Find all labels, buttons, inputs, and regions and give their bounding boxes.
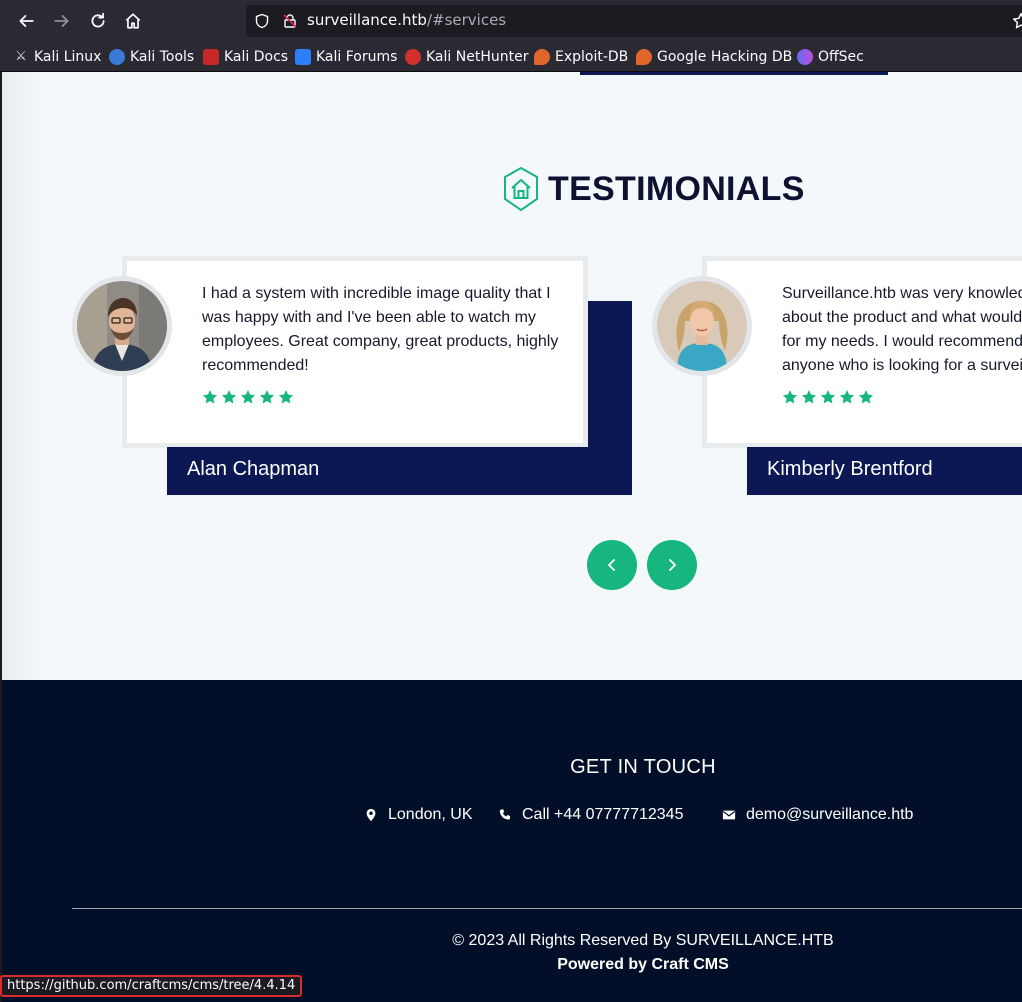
url-path: /#services bbox=[426, 11, 507, 29]
carousel-next-button[interactable] bbox=[647, 540, 697, 590]
kali-tools-icon bbox=[109, 49, 125, 65]
offsec-icon bbox=[797, 49, 813, 65]
bookmark-offsec[interactable]: OffSec bbox=[797, 47, 864, 67]
kali-docs-icon bbox=[203, 49, 219, 65]
tracking-shield-icon[interactable] bbox=[254, 13, 270, 29]
house-shield-icon bbox=[504, 166, 538, 212]
bookmark-google-hacking-db[interactable]: Google Hacking DB bbox=[636, 47, 792, 67]
bookmark-star-icon[interactable] bbox=[1012, 12, 1022, 30]
footer-divider bbox=[72, 908, 1022, 909]
bookmark-kali-nethunter[interactable]: Kali NetHunter bbox=[405, 47, 528, 67]
bookmark-kali-docs[interactable]: Kali Docs bbox=[203, 47, 288, 67]
ghdb-icon bbox=[636, 49, 652, 65]
forward-button[interactable] bbox=[50, 9, 74, 33]
star-icon bbox=[278, 390, 294, 404]
link-status-tooltip: https://github.com/craftcms/cms/tree/4.4… bbox=[0, 975, 303, 997]
phone-icon bbox=[499, 809, 510, 820]
testimonial-author: Alan Chapman bbox=[167, 447, 632, 495]
section-edge-shade bbox=[2, 72, 47, 680]
site-footer: GET IN TOUCH London, UK Call +44 0777771… bbox=[2, 680, 1022, 1002]
phone-text: Call +44 07777712345 bbox=[522, 806, 684, 823]
browser-toolbar: surveillance.htb/#services bbox=[0, 0, 1022, 42]
testimonials-heading: TESTIMONIALS bbox=[502, 166, 805, 212]
back-button[interactable] bbox=[14, 9, 38, 33]
kali-forums-icon bbox=[295, 49, 311, 65]
star-icon bbox=[858, 390, 874, 404]
testimonial-quote: I had a system with incredible image qua… bbox=[202, 285, 559, 374]
testimonials-section: TESTIMONIALS I had a system with incredi… bbox=[2, 72, 1022, 680]
contact-email[interactable]: demo@surveillance.htb bbox=[722, 806, 913, 824]
rating-stars bbox=[782, 389, 874, 405]
email-text: demo@surveillance.htb bbox=[746, 806, 914, 823]
bookmark-label: Google Hacking DB bbox=[657, 49, 793, 65]
home-icon bbox=[125, 13, 141, 29]
address-bar[interactable]: surveillance.htb/#services bbox=[246, 5, 1022, 37]
contact-location[interactable]: London, UK bbox=[364, 806, 473, 824]
avatar bbox=[652, 276, 752, 376]
bookmark-kali-linux[interactable]: ⚔ Kali Linux bbox=[13, 47, 101, 67]
woman-portrait-image bbox=[657, 281, 747, 371]
testimonial-author: Kimberly Brentford bbox=[747, 447, 1022, 495]
star-icon bbox=[839, 390, 855, 404]
bookmark-kali-tools[interactable]: Kali Tools bbox=[109, 47, 194, 67]
bookmark-label: Kali Tools bbox=[130, 49, 195, 65]
star-icon bbox=[202, 390, 218, 404]
bookmark-label: OffSec bbox=[818, 49, 864, 65]
map-marker-icon bbox=[366, 808, 376, 822]
bookmark-label: Kali NetHunter bbox=[426, 49, 529, 65]
bookmark-exploit-db[interactable]: Exploit-DB bbox=[534, 47, 628, 67]
carousel-prev-button[interactable] bbox=[587, 540, 637, 590]
copyright-text: © 2023 All Rights Reserved By SURVEILLAN… bbox=[452, 932, 834, 949]
star-icon bbox=[782, 390, 798, 404]
man-portrait-image bbox=[77, 281, 167, 371]
reload-icon bbox=[91, 12, 105, 28]
envelope-icon bbox=[722, 810, 736, 820]
chevron-right-icon bbox=[669, 559, 676, 571]
star-icon bbox=[221, 390, 237, 404]
star-icon bbox=[240, 390, 256, 404]
star-icon bbox=[820, 390, 836, 404]
bookmark-label: Kali Docs bbox=[224, 49, 289, 65]
bookmark-kali-forums[interactable]: Kali Forums bbox=[295, 47, 397, 67]
powered-by-link[interactable]: Powered by Craft CMS bbox=[2, 956, 1022, 974]
bookmark-label: Kali Forums bbox=[316, 49, 398, 65]
nethunter-icon bbox=[405, 49, 421, 65]
footer-heading: GET IN TOUCH bbox=[570, 756, 716, 778]
contact-phone[interactable]: Call +44 07777712345 bbox=[498, 806, 683, 824]
chevron-left-icon bbox=[608, 559, 615, 571]
kali-dragon-icon: ⚔ bbox=[15, 49, 27, 64]
bookmarks-toolbar: ⚔ Kali Linux Kali Tools Kali Docs Kali F… bbox=[0, 42, 1022, 72]
avatar bbox=[72, 276, 172, 376]
arrow-left-icon bbox=[19, 15, 34, 27]
section-title: TESTIMONIALS bbox=[548, 169, 805, 208]
url-text[interactable]: surveillance.htb/#services bbox=[307, 11, 506, 29]
exploit-db-icon bbox=[534, 49, 550, 65]
insecure-lock-icon[interactable] bbox=[282, 13, 298, 29]
url-host: surveillance.htb bbox=[307, 11, 427, 29]
reload-button[interactable] bbox=[86, 9, 110, 33]
rating-stars bbox=[202, 389, 294, 405]
star-icon bbox=[259, 390, 275, 404]
section-divider bbox=[580, 72, 888, 75]
testimonial-quote: Surveillance.htb was very knowledgeable … bbox=[782, 285, 1022, 374]
arrow-right-icon bbox=[54, 15, 69, 27]
star-icon bbox=[801, 390, 817, 404]
location-text: London, UK bbox=[388, 806, 473, 823]
page-viewport: TESTIMONIALS I had a system with incredi… bbox=[0, 72, 1022, 1002]
bookmark-label: Kali Linux bbox=[34, 49, 102, 65]
home-button[interactable] bbox=[121, 9, 145, 33]
bookmark-label: Exploit-DB bbox=[555, 49, 629, 65]
